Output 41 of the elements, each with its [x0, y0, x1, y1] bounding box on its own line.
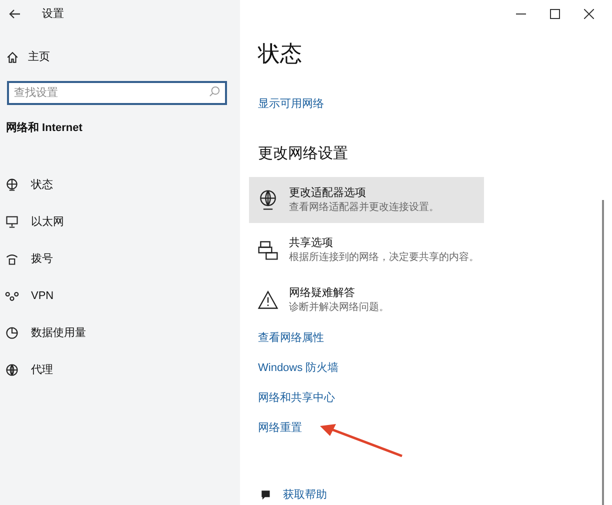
warning-icon	[257, 289, 279, 311]
settings-link[interactable]: Windows 防火墙	[258, 353, 339, 383]
settings-link[interactable]: 网络和共享中心	[258, 383, 335, 413]
settings-option[interactable]: 共享选项 根据所连接到的网络，决定要共享的内容。	[249, 227, 484, 273]
nav-item[interactable]: 代理	[0, 352, 240, 388]
option-title: 更改适配器选项	[289, 186, 367, 200]
section-heading: 网络和 Internet	[6, 120, 84, 136]
option-title: 网络疑难解答	[289, 286, 356, 300]
nav-item[interactable]: VPN	[0, 278, 240, 314]
page-title: 状态	[258, 40, 303, 68]
show-networks-link[interactable]: 显示可用网络	[258, 96, 612, 112]
option-description: 根据所连接到的网络，决定要共享的内容。	[289, 250, 479, 264]
home-item[interactable]: 主页	[6, 49, 240, 65]
back-arrow-icon	[9, 9, 21, 19]
option-description: 查看网络适配器并更改连接设置。	[289, 200, 439, 214]
search-icon	[209, 86, 220, 97]
nav-item[interactable]: 以太网	[0, 204, 240, 240]
settings-option[interactable]: 更改适配器选项 查看网络适配器并更改连接设置。	[249, 177, 484, 223]
settings-link[interactable]: 查看网络属性	[258, 323, 324, 353]
settings-link[interactable]: 网络重置	[258, 413, 302, 443]
chat-bubble-icon	[260, 488, 273, 502]
monitor-icon	[5, 215, 19, 229]
nav-item[interactable]: 状态	[0, 166, 240, 204]
pie-chart-icon	[5, 326, 19, 340]
nav-item[interactable]: 数据使用量	[0, 314, 240, 352]
back-button[interactable]	[8, 7, 22, 21]
option-title: 共享选项	[289, 236, 334, 250]
settings-option[interactable]: 网络疑难解答 诊断并解决网络问题。	[249, 277, 484, 323]
close-icon	[584, 9, 594, 19]
option-description: 诊断并解决网络问题。	[289, 300, 389, 314]
help-link[interactable]: 获取帮助	[260, 487, 327, 504]
vpn-icon	[5, 289, 19, 303]
home-icon	[6, 50, 19, 64]
search-field[interactable]: 查找设置	[7, 81, 227, 105]
section-heading: 更改网络设置	[258, 144, 349, 164]
globe-monitor-icon	[5, 178, 19, 192]
window-title: 设置	[42, 6, 64, 22]
globe-icon	[5, 363, 19, 377]
globe-monitor-icon	[257, 189, 279, 211]
nav-item[interactable]: 拨号	[0, 240, 240, 278]
maximize-icon	[550, 9, 560, 19]
